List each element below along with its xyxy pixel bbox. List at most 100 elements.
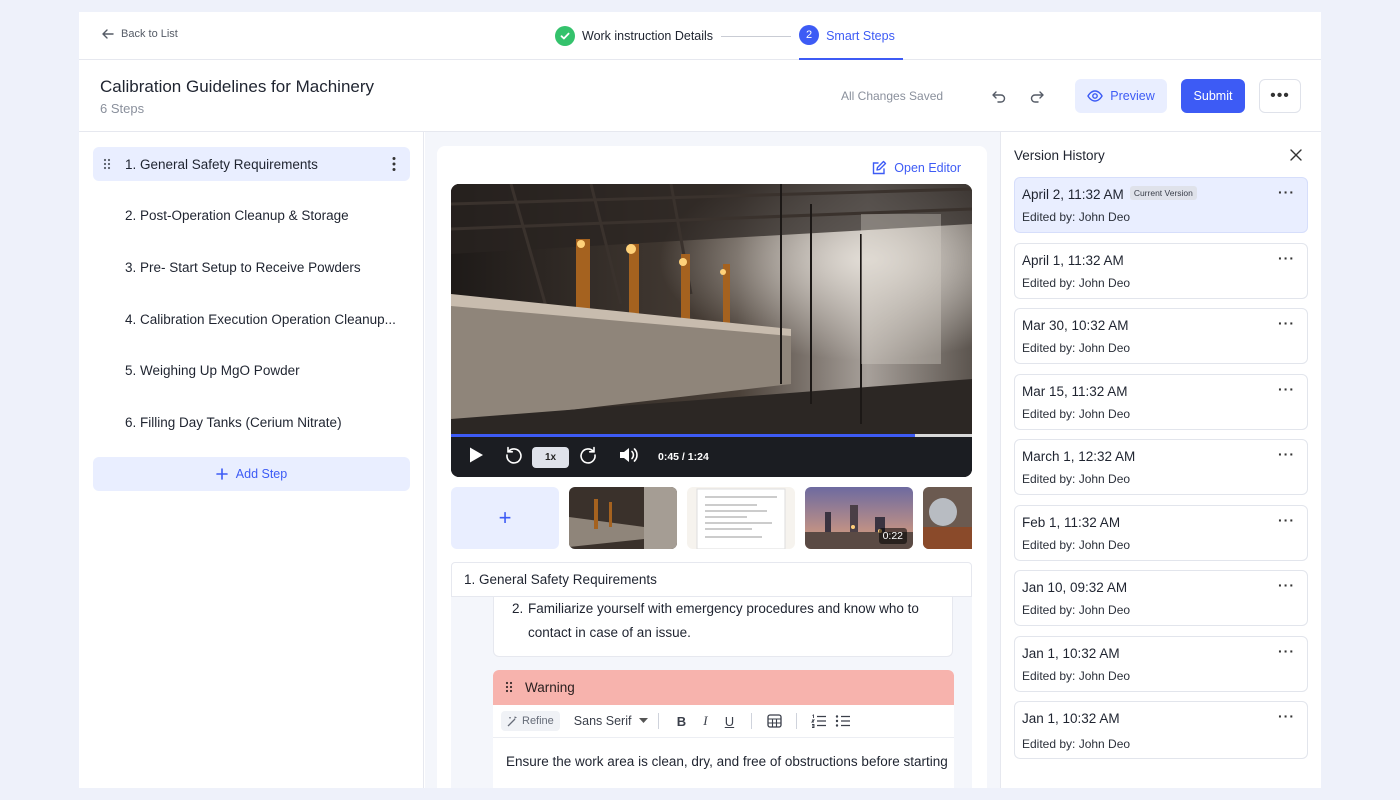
more-icon[interactable]: ··· — [1278, 577, 1295, 593]
warning-text[interactable]: Ensure the work area is clean, dry, and … — [493, 738, 954, 769]
step-item[interactable]: 6. Filling Day Tanks (Cerium Nitrate) — [93, 405, 410, 439]
media-thumbnail[interactable] — [687, 487, 795, 549]
toolbar-divider — [751, 713, 753, 729]
add-step-button[interactable]: Add Step — [93, 457, 410, 491]
step-item[interactable]: 4. Calibration Execution Operation Clean… — [93, 302, 410, 336]
version-date: Jan 1, 10:32 AM — [1022, 711, 1120, 726]
volume-icon — [620, 447, 638, 462]
more-icon[interactable]: ··· — [1278, 381, 1295, 397]
version-editor: Edited by: John Deo — [1022, 341, 1131, 355]
version-item[interactable]: Jan 1, 10:32 AM Edited by: John Deo ··· — [1014, 701, 1308, 759]
redo-icon — [1030, 91, 1044, 103]
back-to-list-link[interactable]: Back to List — [101, 27, 178, 41]
instruction-text-block[interactable]: 2. Familiarize yourself with emergency p… — [493, 597, 953, 657]
version-history-title: Version History — [1014, 148, 1105, 163]
more-icon[interactable]: ··· — [1278, 250, 1295, 266]
stepper-step-label: Work instruction Details — [582, 29, 714, 43]
refine-button[interactable]: Refine — [501, 711, 560, 731]
more-icon[interactable]: ··· — [1278, 708, 1295, 724]
version-item[interactable]: Feb 1, 11:32 AM Edited by: John Deo ··· — [1014, 505, 1308, 561]
step-item[interactable]: 2. Post-Operation Cleanup & Storage — [93, 198, 410, 232]
step-item-label: 1. General Safety Requirements — [125, 156, 318, 172]
italic-icon[interactable]: I — [696, 712, 714, 730]
bold-icon[interactable]: B — [672, 712, 690, 730]
step-item-label: 5. Weighing Up MgO Powder — [125, 362, 300, 378]
more-icon[interactable]: ··· — [1278, 446, 1295, 462]
step-title: 1. General Safety Requirements — [464, 572, 657, 587]
version-item[interactable]: April 1, 11:32 AM Edited by: John Deo ··… — [1014, 243, 1308, 299]
version-editor: Edited by: John Deo — [1022, 538, 1131, 552]
plus-icon: + — [498, 505, 512, 530]
media-thumbnail[interactable] — [923, 487, 972, 549]
version-item[interactable]: Mar 30, 10:32 AM Edited by: John Deo ··· — [1014, 308, 1308, 364]
media-thumbnail[interactable] — [569, 487, 677, 549]
steps-panel: 1. General Safety Requirements 2. Post-O… — [79, 132, 424, 788]
version-item[interactable]: Mar 15, 11:32 AM Edited by: John Deo ··· — [1014, 374, 1308, 430]
text-formatting-toolbar: Refine Sans Serif B I U — [493, 705, 954, 738]
stepper-step-smart-steps[interactable]: 2 Smart Steps — [799, 25, 903, 60]
volume-button[interactable] — [618, 446, 640, 469]
close-icon[interactable] — [1290, 149, 1302, 161]
more-icon[interactable]: ··· — [1278, 184, 1295, 200]
forward-button[interactable] — [578, 445, 598, 470]
toolbar-divider — [796, 713, 798, 729]
more-options-button[interactable]: ••• — [1259, 79, 1301, 113]
undo-button[interactable] — [989, 86, 1009, 106]
submit-button[interactable]: Submit — [1181, 79, 1245, 113]
top-bar: Back to List Work instruction Details 2 … — [79, 12, 1321, 60]
ordered-list-icon[interactable] — [810, 712, 828, 730]
version-date: April 2, 11:32 AM — [1022, 187, 1124, 202]
version-item[interactable]: Jan 10, 09:32 AM Edited by: John Deo ··· — [1014, 570, 1308, 626]
document-image — [687, 487, 795, 549]
underline-icon[interactable]: U — [720, 712, 738, 730]
video-player[interactable]: 1x 0:45 / 1:24 — [451, 184, 972, 477]
version-date: Feb 1, 11:32 AM — [1022, 515, 1121, 530]
step-item-label: 2. Post-Operation Cleanup & Storage — [125, 207, 349, 223]
redo-button[interactable] — [1027, 86, 1047, 106]
list-number: 2. — [512, 601, 524, 616]
version-date: Mar 15, 11:32 AM — [1022, 384, 1128, 399]
toolbar-divider — [658, 713, 660, 729]
version-editor: Edited by: John Deo — [1022, 472, 1131, 486]
step-item[interactable]: 1. General Safety Requirements — [93, 147, 410, 181]
kebab-icon[interactable] — [392, 156, 396, 172]
version-history-panel: Version History April 2, 11:32 AM Current… — [1000, 132, 1321, 788]
video-frame — [451, 184, 972, 436]
step-title-bar: 1. General Safety Requirements — [451, 562, 972, 597]
preview-label: Preview — [1110, 89, 1155, 103]
edit-icon — [873, 160, 887, 175]
page-header: Calibration Guidelines for Machinery 6 S… — [79, 60, 1321, 132]
video-thumbnail[interactable]: 0:22 — [805, 487, 913, 549]
open-editor-button[interactable]: Open Editor — [871, 160, 961, 176]
more-icon[interactable]: ··· — [1278, 512, 1295, 528]
version-item[interactable]: March 1, 12:32 AM Edited by: John Deo ··… — [1014, 439, 1308, 495]
editor-area: Open Editor 1x 0:45 / 1:24 + 0:22 1. Gen… — [425, 132, 1000, 788]
drag-icon[interactable] — [103, 158, 111, 170]
app-window: Back to List Work instruction Details 2 … — [79, 12, 1321, 788]
version-editor: Edited by: John Deo — [1022, 737, 1131, 751]
stepper-step-label: Smart Steps — [826, 29, 895, 43]
back-label: Back to List — [121, 28, 178, 40]
step-item[interactable]: 3. Pre- Start Setup to Receive Powders — [93, 250, 410, 284]
bullet-list-icon[interactable] — [834, 712, 852, 730]
stepper-step-details[interactable]: Work instruction Details — [555, 25, 713, 47]
more-icon[interactable]: ··· — [1278, 315, 1295, 331]
version-item[interactable]: April 2, 11:32 AM Current Version Edited … — [1014, 177, 1308, 233]
step-number-badge: 2 — [799, 25, 820, 45]
media-strip: + 0:22 — [451, 487, 972, 549]
add-media-button[interactable]: + — [451, 487, 559, 549]
playback-speed-button[interactable]: 1x — [532, 446, 569, 468]
drag-icon[interactable] — [505, 681, 513, 693]
version-item[interactable]: Jan 1, 10:32 AM Edited by: John Deo ··· — [1014, 636, 1308, 692]
step-item[interactable]: 5. Weighing Up MgO Powder — [93, 353, 410, 387]
preview-button[interactable]: Preview — [1075, 79, 1167, 113]
more-icon[interactable]: ··· — [1278, 643, 1295, 659]
step-item-label: 3. Pre- Start Setup to Receive Powders — [125, 259, 361, 275]
warning-title: Warning — [525, 680, 575, 695]
table-icon[interactable] — [765, 712, 783, 730]
add-step-label: Add Step — [235, 467, 288, 481]
play-button[interactable] — [468, 446, 484, 469]
font-family-select[interactable]: Sans Serif — [574, 714, 649, 728]
replay-button[interactable] — [504, 445, 524, 470]
refine-label: Refine — [522, 715, 554, 727]
